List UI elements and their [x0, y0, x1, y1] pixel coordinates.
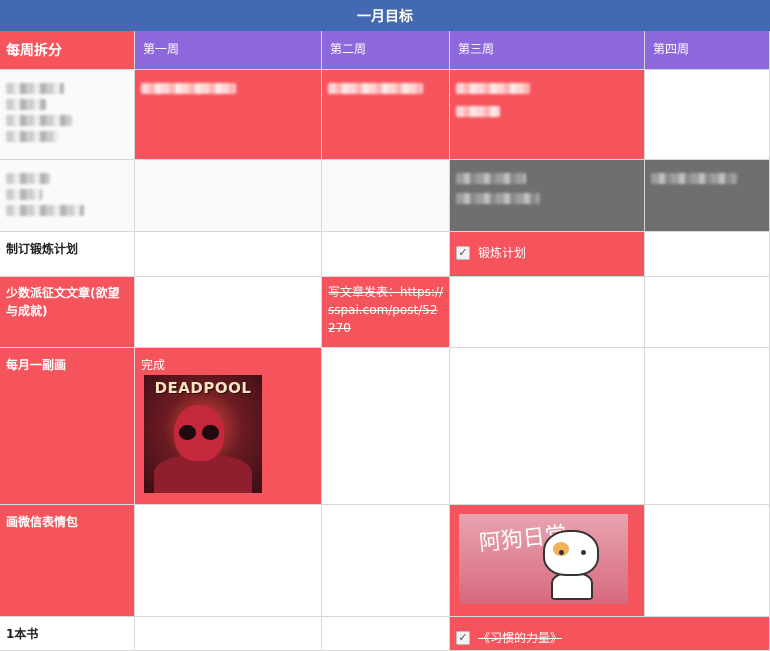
artwork-caption: DEADPOOL — [154, 379, 252, 397]
redacted-text — [6, 115, 72, 126]
board-title: 一月目标 — [0, 0, 770, 31]
sticker-week-3[interactable]: 阿狗日常 — [450, 505, 645, 617]
redacted-text — [328, 83, 423, 94]
column-header-week-1[interactable]: 第一周 — [135, 31, 322, 70]
task-read-book[interactable]: ✓ 《习惯的力量》 — [456, 629, 763, 647]
painting-week-4[interactable] — [645, 348, 770, 505]
redacted-text — [6, 99, 46, 110]
row-label-exercise-plan[interactable]: 制订锻炼计划 — [0, 232, 135, 277]
book-week-2[interactable] — [322, 617, 450, 651]
task-label: 《习惯的力量》 — [478, 631, 563, 645]
book-week-1[interactable] — [135, 617, 322, 651]
artwork-eye — [179, 425, 196, 440]
redacted-text — [456, 106, 500, 117]
redacted-text — [6, 189, 42, 200]
redacted-text — [456, 173, 526, 184]
painting-week-2[interactable] — [322, 348, 450, 505]
redacted-text — [456, 83, 530, 94]
deadpool-artwork-thumbnail[interactable]: DEADPOOL — [144, 375, 262, 493]
article-week-3[interactable] — [450, 277, 645, 348]
sticker-dog-body — [551, 572, 593, 600]
redacted-row-2-week-3[interactable] — [450, 160, 645, 232]
artwork-figure-head — [174, 405, 224, 461]
column-header-week-3[interactable]: 第三周 — [450, 31, 645, 70]
painting-status: 完成 — [141, 358, 166, 372]
redacted-row-1-week-2[interactable] — [322, 70, 450, 160]
column-header-week-4[interactable]: 第四周 — [645, 31, 770, 70]
redacted-text — [6, 173, 50, 184]
redacted-text — [456, 193, 540, 204]
redacted-text — [6, 205, 84, 216]
redacted-row-2-week-2[interactable] — [322, 160, 450, 232]
redacted-row-2-week-1[interactable] — [135, 160, 322, 232]
checkbox-checked-icon[interactable]: ✓ — [456, 246, 470, 260]
painting-week-1[interactable]: 完成 DEADPOOL — [135, 348, 322, 505]
row-label-monthly-painting[interactable]: 每月一副画 — [0, 348, 135, 505]
article-week-4[interactable] — [645, 277, 770, 348]
article-week-1[interactable] — [135, 277, 322, 348]
checkbox-checked-icon[interactable]: ✓ — [456, 631, 470, 645]
redacted-row-1-label[interactable] — [0, 70, 135, 160]
sticker-dog-head — [543, 530, 599, 576]
redacted-row-2-label[interactable] — [0, 160, 135, 232]
sticker-week-1[interactable] — [135, 505, 322, 617]
book-week-3[interactable]: ✓ 《习惯的力量》 — [450, 617, 770, 651]
sticker-week-4[interactable] — [645, 505, 770, 617]
article-published-link[interactable]: 写文章发表：https://sspai.com/post/52270 — [328, 285, 443, 335]
artwork-eye — [202, 425, 219, 440]
redacted-text — [6, 131, 58, 142]
dog-sticker-thumbnail[interactable]: 阿狗日常 — [459, 514, 628, 604]
task-exercise-plan[interactable]: ✓ 锻炼计划 — [456, 244, 638, 262]
redacted-row-1-week-4[interactable] — [645, 70, 770, 160]
exercise-week-4[interactable] — [645, 232, 770, 277]
redacted-row-2-week-4[interactable] — [645, 160, 770, 232]
row-label-one-book[interactable]: 1本书 — [0, 617, 135, 651]
exercise-week-2[interactable] — [322, 232, 450, 277]
row-label-wechat-stickers[interactable]: 画微信表情包 — [0, 505, 135, 617]
painting-week-3[interactable] — [450, 348, 645, 505]
article-week-2[interactable]: 写文章发表：https://sspai.com/post/52270 — [322, 277, 450, 348]
redacted-text — [6, 83, 64, 94]
exercise-week-3[interactable]: ✓ 锻炼计划 — [450, 232, 645, 277]
row-label-sspai-article[interactable]: 少数派征文文章(欲望与成就) — [0, 277, 135, 348]
redacted-text — [651, 173, 737, 184]
redacted-row-1-week-1[interactable] — [135, 70, 322, 160]
redacted-text — [141, 83, 236, 94]
redacted-row-1-week-3[interactable] — [450, 70, 645, 160]
sticker-dog-eye — [559, 550, 564, 555]
sticker-dog-eye — [581, 550, 586, 555]
sticker-week-2[interactable] — [322, 505, 450, 617]
task-label: 锻炼计划 — [478, 246, 527, 260]
header-row-label: 每周拆分 — [0, 31, 135, 70]
exercise-week-1[interactable] — [135, 232, 322, 277]
column-header-week-2[interactable]: 第二周 — [322, 31, 450, 70]
